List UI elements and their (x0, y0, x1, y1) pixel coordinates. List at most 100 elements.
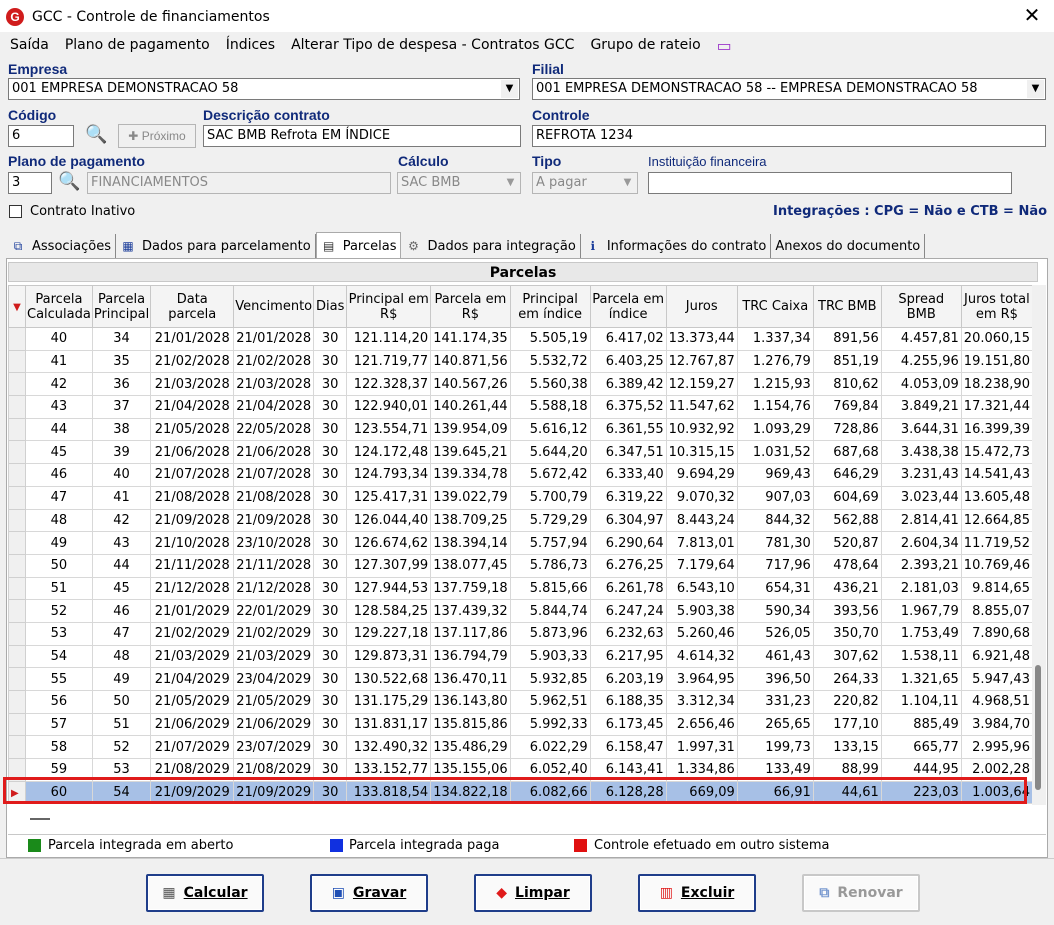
row-indicator[interactable] (8, 712, 26, 737)
table-cell[interactable]: 11.547,62 (665, 395, 738, 419)
table-cell[interactable]: 13.373,44 (665, 327, 738, 351)
table-cell[interactable]: 136.470,11 (430, 667, 511, 691)
chevron-down-icon[interactable]: ▼ (501, 80, 518, 98)
table-cell[interactable]: 5.505,19 (509, 327, 591, 351)
plano-code-input[interactable]: 3 (8, 172, 52, 194)
table-cell[interactable]: 30 (313, 621, 348, 646)
table-cell[interactable]: 10.769,46 (960, 553, 1033, 578)
table-cell[interactable]: 21/04/2028 (150, 395, 235, 419)
table-cell[interactable]: 126.044,40 (346, 508, 432, 533)
table-cell[interactable]: 5.700,79 (509, 485, 591, 510)
table-cell[interactable]: 687,68 (812, 440, 882, 465)
table-cell[interactable]: 21/12/2028 (233, 576, 315, 601)
table-cell[interactable]: 5.260,46 (665, 621, 738, 646)
table-cell[interactable]: 5.786,73 (509, 553, 591, 578)
table-cell[interactable]: 54 (25, 644, 93, 669)
menu-alterar-tipo-despesa[interactable]: Alterar Tipo de despesa - Contratos GCC (291, 37, 574, 53)
table-cell[interactable]: 21/05/2028 (150, 417, 235, 442)
table-cell[interactable]: 520,87 (812, 531, 882, 555)
table-cell[interactable]: 10.932,92 (665, 417, 738, 442)
table-cell[interactable]: 22/01/2029 (233, 599, 315, 623)
table-cell[interactable]: 30 (313, 667, 348, 691)
table-cell[interactable]: 220,82 (812, 690, 882, 714)
table-cell[interactable]: 39 (91, 440, 152, 465)
table-cell[interactable]: 52 (91, 735, 152, 760)
col-header[interactable]: Vencimento (233, 285, 315, 328)
col-header[interactable]: Parcela em índice (589, 285, 667, 328)
col-header[interactable]: TRC BMB (812, 285, 882, 328)
table-cell[interactable]: 50 (25, 553, 93, 578)
table-cell[interactable]: 4.457,81 (880, 327, 962, 351)
table-row[interactable]: 52 46 21/01/2029 22/01/2029 30 128.584,25 137.… (8, 599, 1033, 623)
table-cell[interactable]: 5.588,18 (509, 395, 591, 419)
codigo-input[interactable]: 6 (8, 125, 74, 147)
table-cell[interactable]: 23/07/2029 (233, 735, 315, 760)
table-row[interactable]: 47 41 21/08/2028 21/08/2028 30 125.417,31 139.… (8, 485, 1033, 510)
table-cell[interactable]: 728,86 (812, 417, 882, 442)
table-cell[interactable]: 47 (91, 621, 152, 646)
table-cell[interactable]: 3.849,21 (880, 395, 962, 419)
table-cell[interactable]: 21/09/2028 (233, 508, 315, 533)
col-header[interactable]: Parcela Principal (91, 285, 152, 328)
table-cell[interactable]: 5.532,72 (509, 349, 591, 374)
tab-anexos-documento[interactable]: Anexos do documento (771, 234, 926, 258)
table-cell[interactable]: 56 (25, 690, 93, 714)
table-cell[interactable]: 10.315,15 (665, 440, 738, 465)
table-cell[interactable]: 1.276,79 (736, 349, 814, 374)
table-cell[interactable]: 6.319,22 (589, 485, 667, 510)
table-cell[interactable]: 23/10/2028 (233, 531, 315, 555)
table-row[interactable]: 45 39 21/06/2028 21/06/2028 30 124.172,48 139.… (8, 440, 1033, 465)
table-cell[interactable]: 590,34 (736, 599, 814, 623)
table-cell[interactable]: 37 (91, 395, 152, 419)
table-cell[interactable]: 46 (91, 599, 152, 623)
table-cell[interactable]: 30 (313, 463, 348, 487)
table-cell[interactable]: 46 (25, 463, 93, 487)
table-cell[interactable]: 5.962,51 (509, 690, 591, 714)
table-cell[interactable]: 5.672,42 (509, 463, 591, 487)
col-header[interactable]: Parcela em R$ (430, 285, 511, 328)
table-cell[interactable]: 127.944,53 (346, 576, 432, 601)
table-cell[interactable]: 6.333,40 (589, 463, 667, 487)
table-cell[interactable]: 137.439,32 (430, 599, 511, 623)
row-indicator[interactable] (8, 553, 26, 578)
table-cell[interactable]: 30 (313, 372, 348, 397)
table-cell[interactable]: 1.337,34 (736, 327, 814, 351)
table-cell[interactable]: 5.815,66 (509, 576, 591, 601)
table-cell[interactable]: 461,43 (736, 644, 814, 669)
table-cell[interactable]: 969,43 (736, 463, 814, 487)
table-cell[interactable]: 48 (91, 644, 152, 669)
table-cell[interactable]: 51 (25, 576, 93, 601)
table-cell[interactable]: 21/06/2029 (150, 712, 235, 737)
table-cell[interactable]: 15.472,73 (960, 440, 1033, 465)
table-cell[interactable]: 5.947,43 (960, 667, 1033, 691)
table-cell[interactable]: 131.175,29 (346, 690, 432, 714)
table-cell[interactable]: 133,15 (812, 735, 882, 760)
table-cell[interactable]: 717,96 (736, 553, 814, 578)
table-cell[interactable]: 44 (25, 417, 93, 442)
table-cell[interactable]: 6.347,51 (589, 440, 667, 465)
table-cell[interactable]: 141.174,35 (430, 327, 511, 351)
table-row[interactable]: 40 34 21/01/2028 21/01/2028 30 121.114,20 141.… (8, 327, 1033, 351)
menu-plano-pagamento[interactable]: Plano de pagamento (65, 37, 210, 53)
table-cell[interactable]: 22/05/2028 (233, 417, 315, 442)
table-cell[interactable]: 4.053,09 (880, 372, 962, 397)
row-indicator[interactable] (8, 485, 26, 510)
table-cell[interactable]: 21/07/2029 (150, 735, 235, 760)
table-cell[interactable]: 30 (313, 327, 348, 351)
search-icon[interactable]: 🔍 (85, 124, 107, 145)
table-cell[interactable]: 6.361,55 (589, 417, 667, 442)
table-cell[interactable]: 21/07/2028 (233, 463, 315, 487)
col-header[interactable]: Spread BMB (880, 285, 962, 328)
table-cell[interactable]: 12.159,27 (665, 372, 738, 397)
search-icon[interactable]: 🔍 (58, 171, 80, 192)
scrollbar-thumb[interactable] (1035, 665, 1041, 790)
row-indicator[interactable] (8, 349, 26, 374)
table-cell[interactable]: 6.217,95 (589, 644, 667, 669)
table-cell[interactable]: 6.921,48 (960, 644, 1033, 669)
table-cell[interactable]: 1.104,11 (880, 690, 962, 714)
col-header[interactable]: Principal em índice (509, 285, 591, 328)
table-cell[interactable]: 6.290,64 (589, 531, 667, 555)
table-row[interactable]: 49 43 21/10/2028 23/10/2028 30 126.674,62 138.… (8, 531, 1033, 555)
table-cell[interactable]: 2.393,21 (880, 553, 962, 578)
table-cell[interactable]: 40 (91, 463, 152, 487)
